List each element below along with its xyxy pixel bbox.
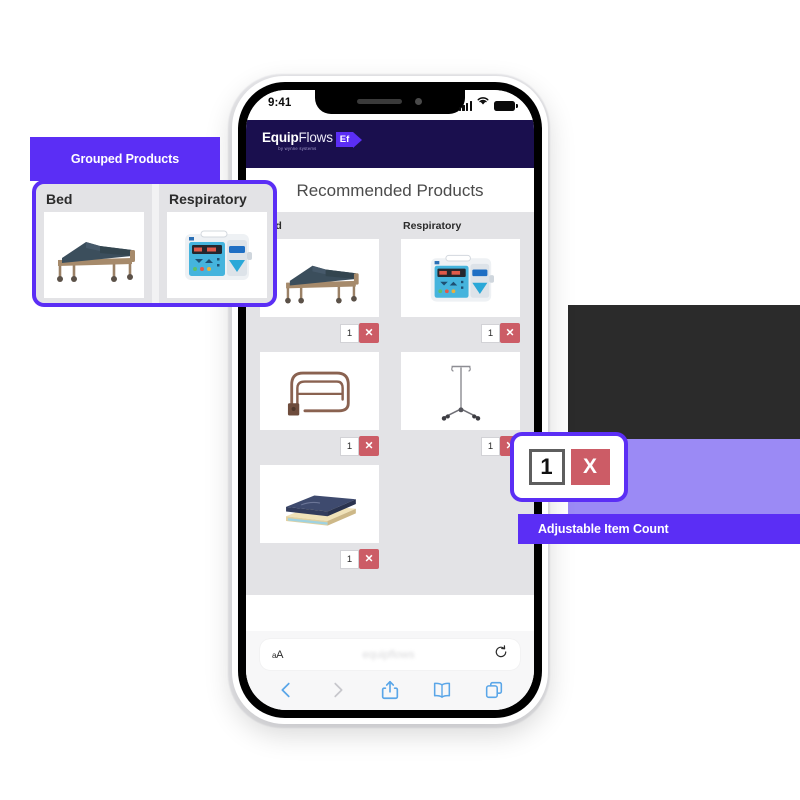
background-dark-block [568, 305, 800, 439]
logo-bold: Equip [262, 130, 299, 145]
quantity-stepper[interactable]: 1 [481, 323, 500, 343]
card-controls: 1 ✕ [401, 319, 520, 352]
url-text: equipflows [362, 648, 415, 661]
hospital-bed-image [284, 265, 359, 304]
cellular-signal-icon [458, 101, 472, 111]
product-card[interactable] [260, 465, 379, 543]
product-card[interactable] [260, 352, 379, 430]
infusion-pump-image [430, 254, 494, 302]
triangle-right-icon [353, 132, 363, 148]
wifi-icon [476, 93, 490, 111]
tabs-icon[interactable] [483, 679, 505, 701]
quantity-stepper[interactable]: 1 [340, 323, 359, 343]
callout-item-count-bar: Adjustable Item Count [518, 514, 800, 544]
back-chevron-icon[interactable] [275, 679, 297, 701]
delete-button[interactable]: ✕ [359, 549, 379, 569]
logo-text: EquipFlows by wynne systems [262, 131, 333, 151]
iv-pole-image [441, 365, 480, 421]
zoom-delete-button[interactable]: X [570, 449, 610, 485]
phone-screen: 9:41 EquipFlows by wynne systems Ef Reco… [246, 90, 534, 710]
status-time: 9:41 [268, 97, 292, 109]
forward-chevron-icon [327, 679, 349, 701]
bookmarks-book-icon[interactable] [431, 679, 453, 701]
reload-icon[interactable] [494, 645, 508, 664]
speaker-grille-icon [357, 99, 402, 104]
quantity-stepper[interactable]: 1 [340, 549, 359, 569]
safari-toolbar [246, 670, 534, 710]
category-column-respiratory: Respiratory 1 ✕ 1 [395, 212, 526, 595]
bed-rail-image [287, 371, 350, 416]
safari-bottom-chrome: aA equipflows [246, 631, 534, 710]
logo-subtitle: by wynne systems [278, 146, 317, 151]
card-controls: 1 ✕ [260, 545, 379, 578]
zoom-category-title: Respiratory [169, 191, 247, 207]
delete-button[interactable]: ✕ [359, 436, 379, 456]
infusion-pump-image [185, 230, 252, 280]
page-title: Recommended Products [246, 168, 534, 212]
callout-item-count-label: Adjustable Item Count [538, 522, 669, 536]
card-controls: 1 ✕ [260, 432, 379, 465]
product-card[interactable] [260, 239, 379, 317]
phone-notch [315, 90, 465, 114]
delete-button[interactable]: ✕ [359, 323, 379, 343]
text-size-icon[interactable]: aA [272, 649, 283, 661]
callout-grouped-header: Grouped Products [30, 137, 220, 181]
card-controls: 1 ✕ [260, 319, 379, 352]
url-bar[interactable]: aA equipflows [260, 639, 520, 670]
callout-item-count-zoom: 1 X [510, 432, 628, 502]
card-controls: 1 ✕ [401, 432, 520, 465]
app-header: EquipFlows by wynne systems Ef [246, 120, 534, 168]
zoom-quantity-stepper[interactable]: 1 [528, 449, 565, 485]
status-bar: 9:41 [246, 90, 534, 120]
quantity-stepper[interactable]: 1 [481, 436, 500, 456]
zoom-category-title: Bed [46, 191, 73, 207]
product-card[interactable] [401, 239, 520, 317]
status-icons [458, 97, 518, 111]
zoom-category-respiratory: Respiratory [152, 184, 273, 303]
app-logo[interactable]: EquipFlows by wynne systems Ef [262, 131, 363, 151]
logo-badge: Ef [335, 132, 354, 147]
callout-grouped-zoom-panel: Bed Respiratory [32, 180, 277, 307]
product-card[interactable] [401, 352, 520, 430]
zoom-category-bed: Bed [36, 184, 152, 303]
mattress-image [285, 495, 356, 526]
category-title: Respiratory [403, 220, 462, 232]
zoom-product-card [167, 212, 267, 298]
battery-icon [494, 100, 518, 111]
zoom-product-card [44, 212, 144, 298]
hospital-bed-image [57, 242, 135, 282]
logo-wordmark: EquipFlows [262, 131, 333, 145]
front-camera-icon [415, 98, 422, 105]
category-title: Bed [260, 212, 379, 239]
callout-grouped-products: Grouped Products [30, 137, 220, 181]
callout-grouped-label: Grouped Products [70, 152, 180, 166]
share-icon[interactable] [379, 679, 401, 701]
product-board: Bed 1 ✕ [246, 212, 534, 595]
quantity-stepper[interactable]: 1 [340, 436, 359, 456]
logo-thin: Flows [298, 130, 333, 145]
delete-button[interactable]: ✕ [500, 323, 520, 343]
